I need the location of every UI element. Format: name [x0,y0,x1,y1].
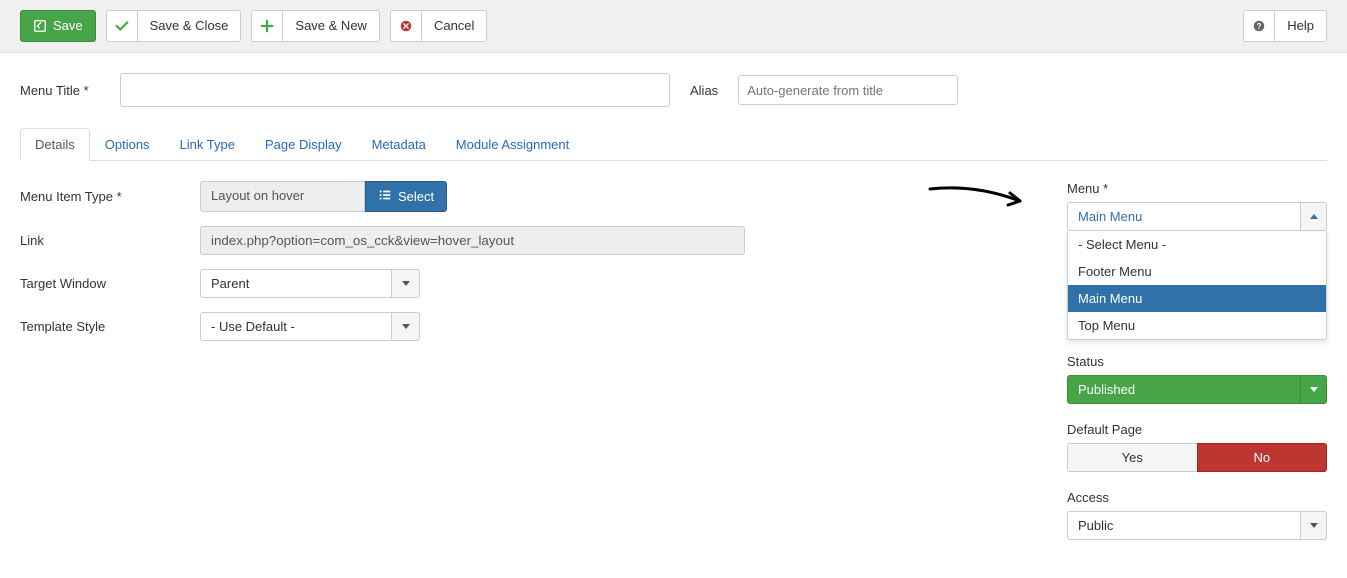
template-style-value: - Use Default - [200,312,392,341]
row-link: Link [20,226,1027,255]
side-menu-group: Menu * Main Menu - Select Menu - Footer … [1067,181,1327,336]
alias-label: Alias [690,83,718,98]
status-value: Published [1067,375,1301,404]
menu-option-top[interactable]: Top Menu [1068,312,1326,339]
access-label: Access [1067,490,1327,505]
target-window-value: Parent [200,269,392,298]
cancel-group: Cancel [390,10,487,42]
menu-dropdown[interactable]: Main Menu - Select Menu - Footer Menu Ma… [1067,202,1327,231]
template-style-dropdown[interactable]: - Use Default - [200,312,420,341]
default-page-yes[interactable]: Yes [1067,443,1197,472]
chevron-down-icon [1310,523,1318,528]
tab-link-type[interactable]: Link Type [165,128,250,161]
help-button[interactable]: Help [1274,10,1327,42]
target-window-label: Target Window [20,276,200,291]
default-page-toggle: Yes No [1067,443,1327,472]
row-menu-item-type: Menu Item Type * Layout on hover Select [20,181,1027,212]
tab-metadata[interactable]: Metadata [357,128,441,161]
menu-dropdown-value: Main Menu [1067,202,1301,231]
menu-dropdown-list: - Select Menu - Footer Menu Main Menu To… [1067,231,1327,340]
side-access-group: Access Public [1067,490,1327,540]
status-label: Status [1067,354,1327,369]
default-page-label: Default Page [1067,422,1327,437]
status-dropdown[interactable]: Published [1067,375,1327,404]
col-main: Menu Item Type * Layout on hover Select [20,181,1027,355]
main-row: Menu Item Type * Layout on hover Select [20,181,1327,558]
default-page-no[interactable]: No [1197,443,1328,472]
svg-text:?: ? [1257,22,1262,31]
menu-title-label: Menu Title * [20,83,100,98]
cancel-button[interactable]: Cancel [421,10,487,42]
content: Menu Title * Alias Details Options Link … [0,53,1347,578]
access-caret[interactable] [1301,511,1327,540]
side-menu-label: Menu * [1067,181,1327,196]
access-dropdown[interactable]: Public [1067,511,1327,540]
tab-details[interactable]: Details [20,128,90,161]
check-icon [106,10,137,42]
toolbar: Save Save & Close Save & New Cancel ? He… [0,0,1347,53]
menu-title-input[interactable] [120,73,670,107]
help-icon: ? [1243,10,1274,42]
alias-input[interactable] [738,75,958,105]
chevron-up-icon [1310,214,1318,219]
title-row: Menu Title * Alias [20,73,1327,107]
template-style-label: Template Style [20,319,200,334]
tab-page-display[interactable]: Page Display [250,128,357,161]
save-close-group: Save & Close [106,10,242,42]
save-close-button[interactable]: Save & Close [137,10,242,42]
menu-option-footer[interactable]: Footer Menu [1068,258,1326,285]
save-button[interactable]: Save [20,10,96,42]
apply-icon [33,19,47,33]
menu-item-type-label: Menu Item Type * [20,189,200,204]
target-window-dropdown[interactable]: Parent [200,269,420,298]
target-window-caret[interactable] [392,269,420,298]
col-side: Menu * Main Menu - Select Menu - Footer … [1067,181,1327,558]
select-btn-label: Select [398,189,434,204]
plus-icon [251,10,282,42]
save-new-button[interactable]: Save & New [282,10,380,42]
row-target-window: Target Window Parent [20,269,1027,298]
help-group: ? Help [1243,10,1327,42]
link-input [200,226,745,255]
tab-module-assignment[interactable]: Module Assignment [441,128,584,161]
save-label: Save [53,17,83,35]
template-style-caret[interactable] [392,312,420,341]
menu-option-select[interactable]: - Select Menu - [1068,231,1326,258]
link-label: Link [20,233,200,248]
save-new-group: Save & New [251,10,380,42]
cancel-icon [390,10,421,42]
menu-item-type-select-button[interactable]: Select [365,181,447,212]
chevron-down-icon [402,281,410,286]
status-caret[interactable] [1301,375,1327,404]
tabs: Details Options Link Type Page Display M… [20,127,1327,161]
tab-options[interactable]: Options [90,128,165,161]
menu-item-type-value: Layout on hover [200,181,365,212]
row-template-style: Template Style - Use Default - [20,312,1027,341]
chevron-down-icon [402,324,410,329]
menu-option-main[interactable]: Main Menu [1068,285,1326,312]
side-status-group: Status Published [1067,354,1327,404]
access-value: Public [1067,511,1301,540]
chevron-down-icon [1310,387,1318,392]
list-icon [378,188,392,205]
side-default-page-group: Default Page Yes No [1067,422,1327,472]
menu-dropdown-caret[interactable] [1301,202,1327,231]
